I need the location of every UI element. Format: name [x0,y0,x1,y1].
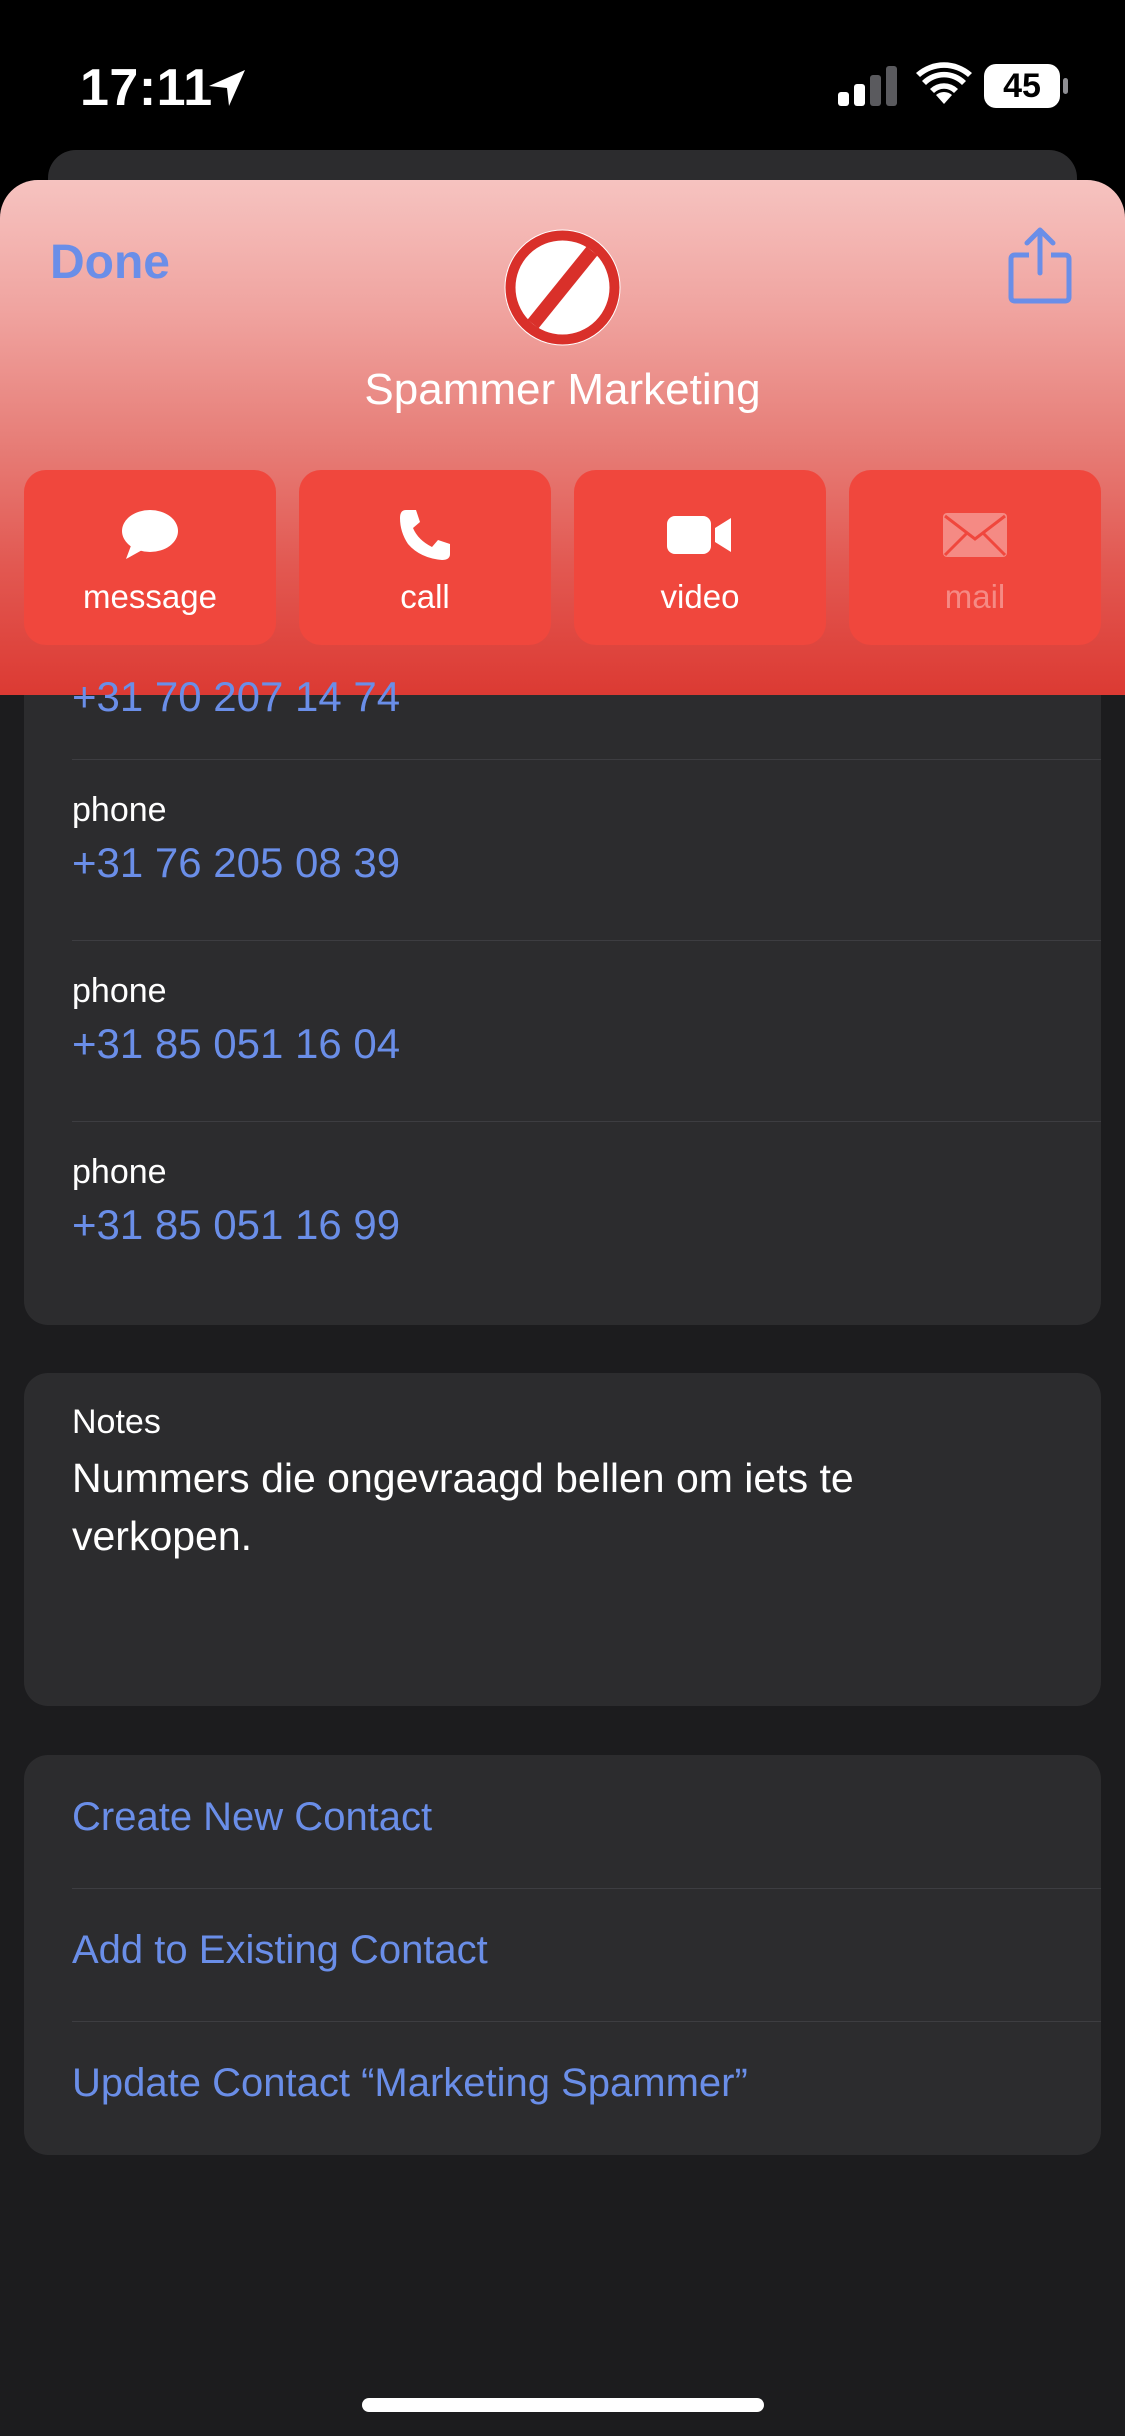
mail-button[interactable]: mail [849,470,1101,645]
battery-cap [1063,78,1068,94]
action-label: video [660,578,740,615]
divider [72,1888,1101,1889]
battery-indicator: 45 [984,64,1068,108]
action-label: mail [944,578,1006,615]
notes-card[interactable]: Notes Nummers die ongevraagd bellen om i… [24,1373,1101,1706]
call-button[interactable]: call [299,470,551,645]
phone-label: phone [72,1153,167,1191]
share-icon[interactable] [1005,225,1075,305]
action-label: message [83,578,217,615]
phone-label: phone [72,791,167,829]
notes-label: Notes [72,1403,161,1441]
wifi-icon [916,62,972,104]
divider [72,2021,1101,2022]
phone-number[interactable]: +31 85 051 16 99 [72,1201,400,1249]
home-indicator[interactable] [362,2398,764,2412]
action-label: call [400,578,450,615]
envelope-icon [943,513,1007,557]
contact-name: Spammer Marketing [364,365,761,414]
battery-level: 45 [1003,67,1041,105]
blocked-avatar-icon [504,229,621,346]
phone-icon [400,510,450,560]
status-time: 17:11 [80,59,213,117]
divider [72,1121,1101,1122]
done-button[interactable]: Done [50,235,170,290]
divider [72,759,1101,760]
action-buttons: message call video mail [24,470,1101,645]
location-arrow-icon [209,70,245,106]
message-button[interactable]: message [24,470,276,645]
phone-number[interactable]: +31 85 051 16 04 [72,1020,400,1068]
contact-header: Done Spammer Marketing message call vide… [0,180,1125,695]
add-to-existing-contact-link[interactable]: Add to Existing Contact [72,1928,488,1973]
video-button[interactable]: video [574,470,826,645]
divider [72,940,1101,941]
phone-numbers-card: +31 70 207 14 74 phone +31 76 205 08 39 … [24,673,1101,1325]
phone-number[interactable]: +31 76 205 08 39 [72,839,400,887]
create-new-contact-link[interactable]: Create New Contact [72,1795,432,1840]
cellular-signal-icon [838,66,897,106]
notes-text: Nummers die ongevraagd bellen om iets te… [72,1455,854,1559]
contact-sheet: Done Spammer Marketing message call vide… [0,180,1125,2436]
update-contact-link[interactable]: Update Contact “Marketing Spammer” [72,2061,748,2106]
message-bubble-icon [122,510,178,559]
phone-number[interactable]: +31 70 207 14 74 [72,673,400,721]
status-bar: 17:11 45 [0,0,1125,150]
video-camera-icon [667,516,731,554]
phone-label: phone [72,972,167,1010]
contact-options-card: Create New Contact Add to Existing Conta… [24,1755,1101,2155]
